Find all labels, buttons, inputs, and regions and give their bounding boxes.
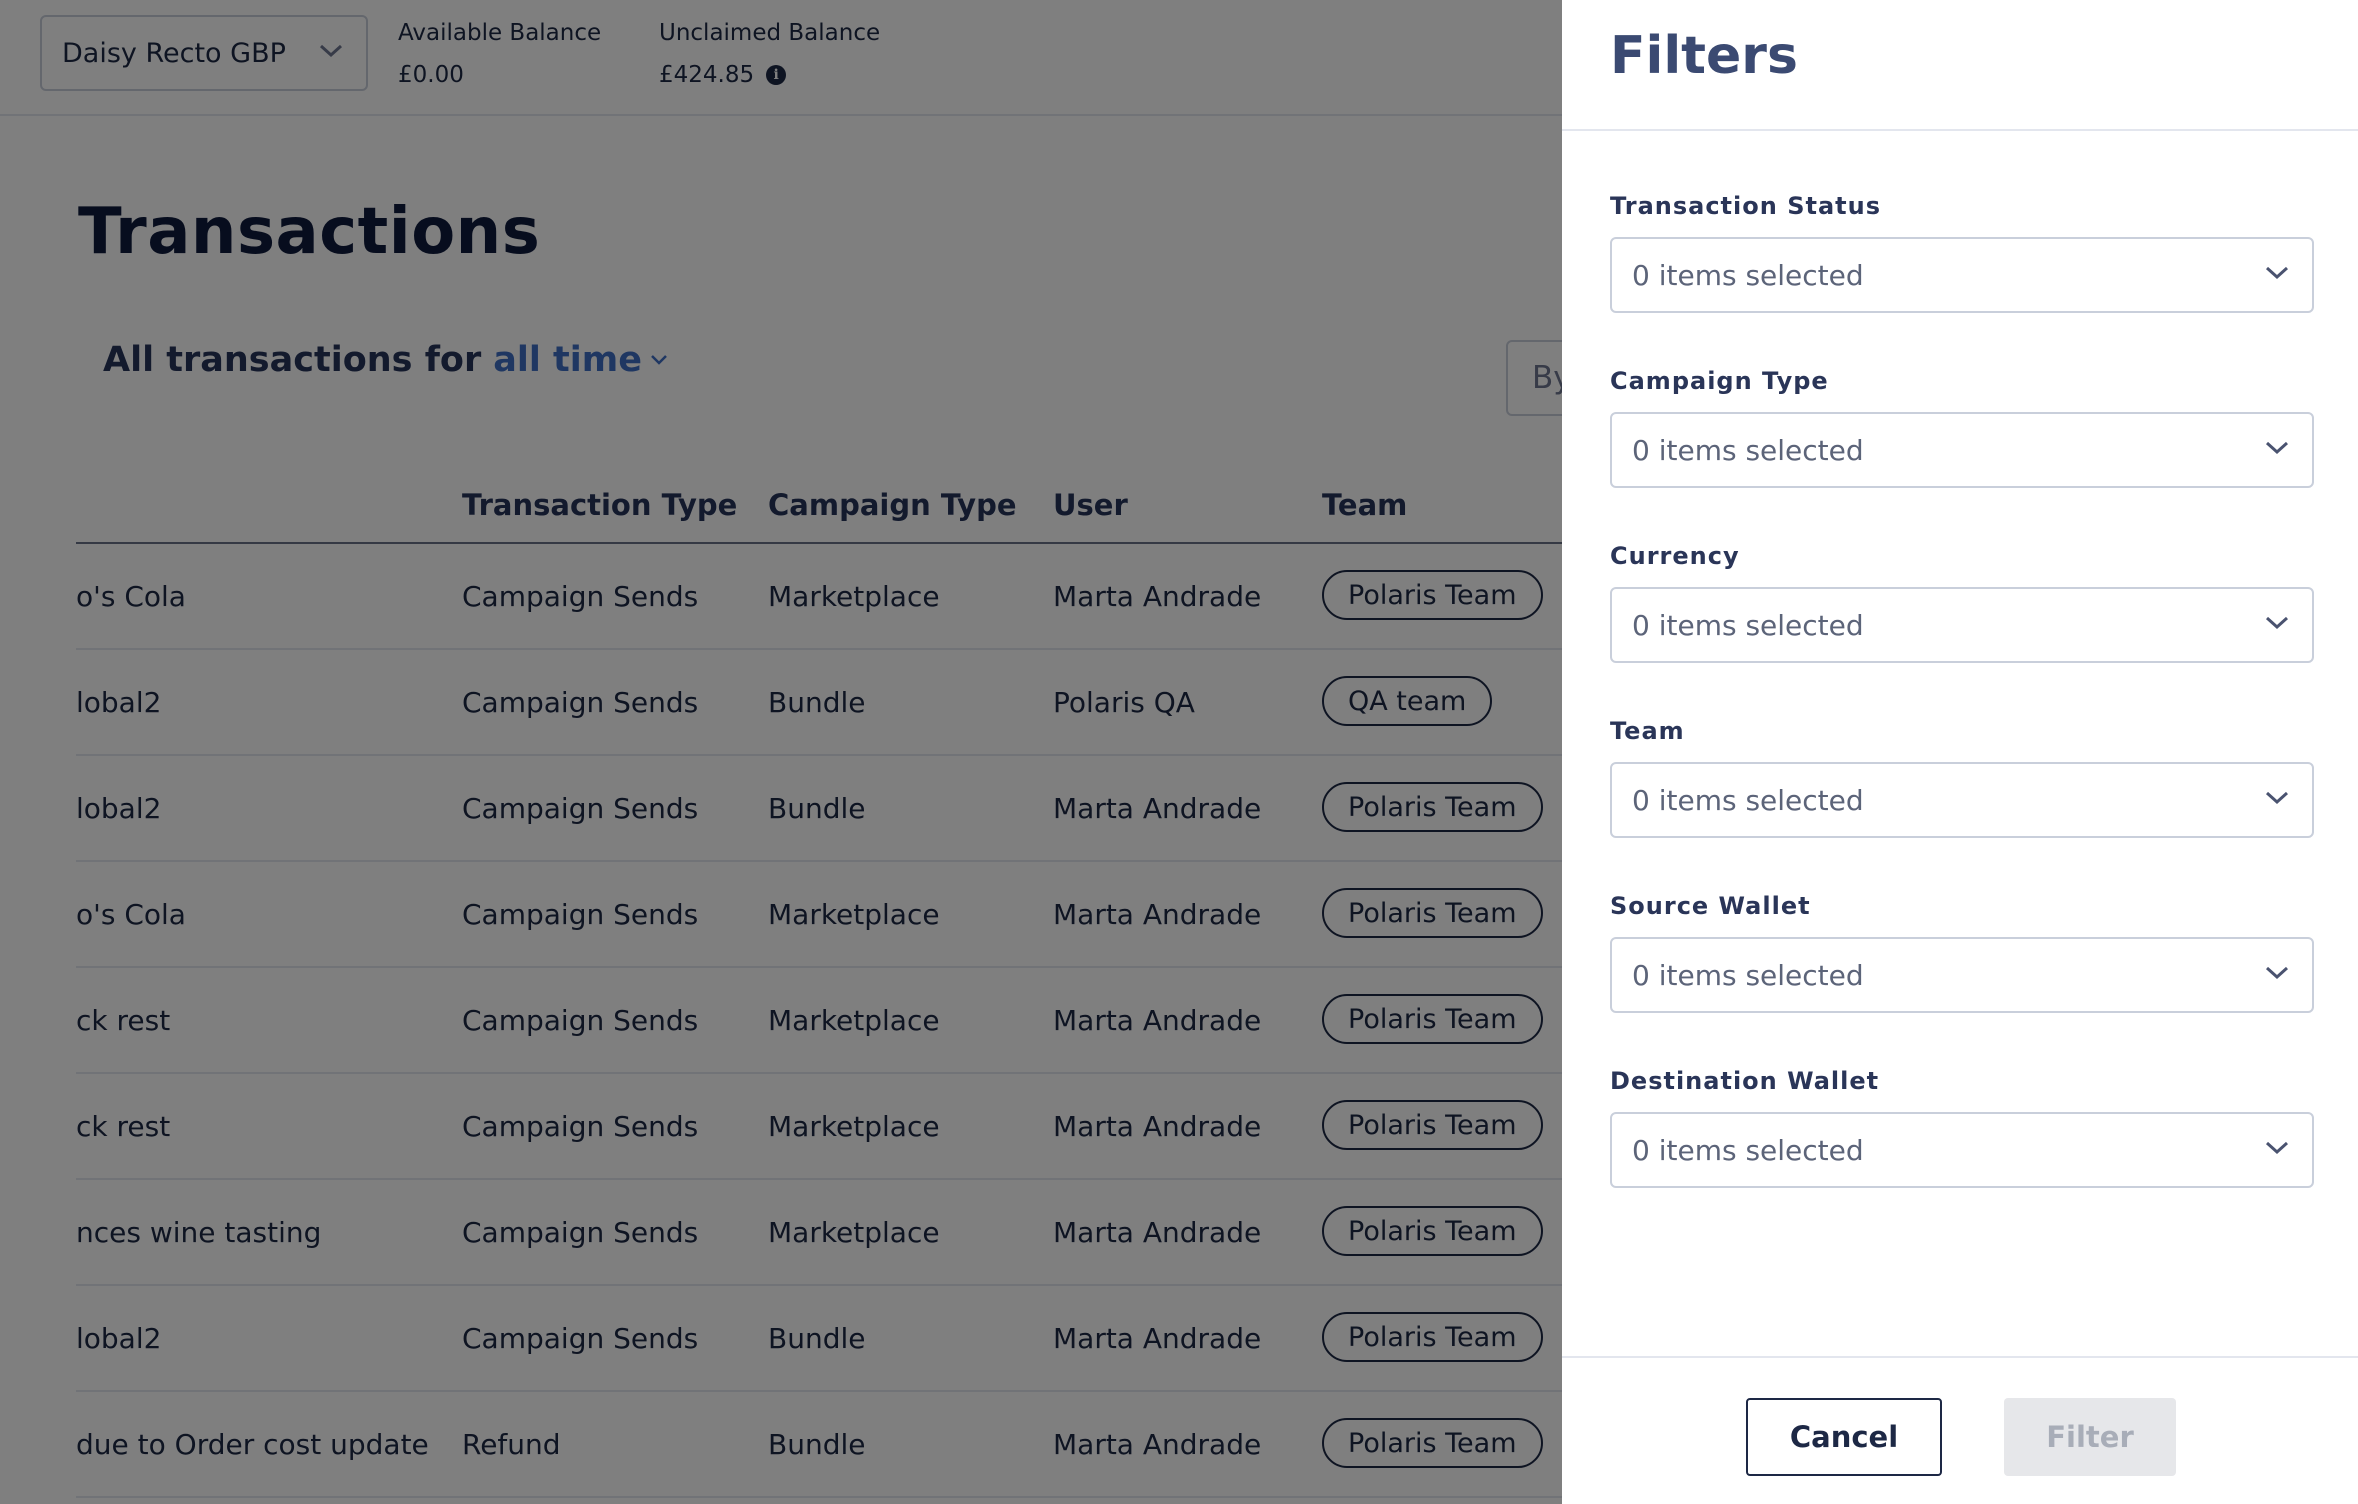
filters-title: Filters [1610,26,1798,86]
filter-team: Team 0 items selected [1610,716,2314,838]
chevron-down-icon [2265,791,2289,805]
filters-panel-footer: Cancel Filter [1562,1356,2358,1504]
filters-panel-header: Filters [1562,0,2358,131]
chevron-down-icon [2265,441,2289,455]
destination-wallet-select[interactable]: 0 items selected [1610,1112,2314,1188]
filters-panel: Filters Transaction Status 0 items selec… [1562,0,2358,1504]
filter-label: Campaign Type [1610,367,1829,395]
filter-source-wallet: Source Wallet 0 items selected [1610,891,2314,1013]
chevron-down-icon [2265,266,2289,280]
chevron-down-icon [2265,1141,2289,1155]
transaction-status-select[interactable]: 0 items selected [1610,237,2314,313]
chevron-down-icon [2265,616,2289,630]
select-value: 0 items selected [1632,608,1864,642]
filter-label: Team [1610,717,1685,745]
select-value: 0 items selected [1632,958,1864,992]
source-wallet-select[interactable]: 0 items selected [1610,937,2314,1013]
cancel-button[interactable]: Cancel [1746,1398,1942,1476]
filter-label: Currency [1610,542,1740,570]
filter-label: Transaction Status [1610,192,1881,220]
app-root: Daisy Recto GBP Available Balance £0.00 … [0,0,2358,1504]
filter-label: Source Wallet [1610,892,1811,920]
select-value: 0 items selected [1632,258,1864,292]
filter-currency: Currency 0 items selected [1610,541,2314,663]
select-value: 0 items selected [1632,783,1864,817]
filter-label: Destination Wallet [1610,1067,1880,1095]
select-value: 0 items selected [1632,433,1864,467]
currency-select[interactable]: 0 items selected [1610,587,2314,663]
filter-transaction-status: Transaction Status 0 items selected [1610,191,2314,313]
filter-campaign-type: Campaign Type 0 items selected [1610,366,2314,488]
chevron-down-icon [2265,966,2289,980]
filter-button[interactable]: Filter [2004,1398,2176,1476]
filter-destination-wallet: Destination Wallet 0 items selected [1610,1066,2314,1188]
team-select[interactable]: 0 items selected [1610,762,2314,838]
campaign-type-select[interactable]: 0 items selected [1610,412,2314,488]
select-value: 0 items selected [1632,1133,1864,1167]
